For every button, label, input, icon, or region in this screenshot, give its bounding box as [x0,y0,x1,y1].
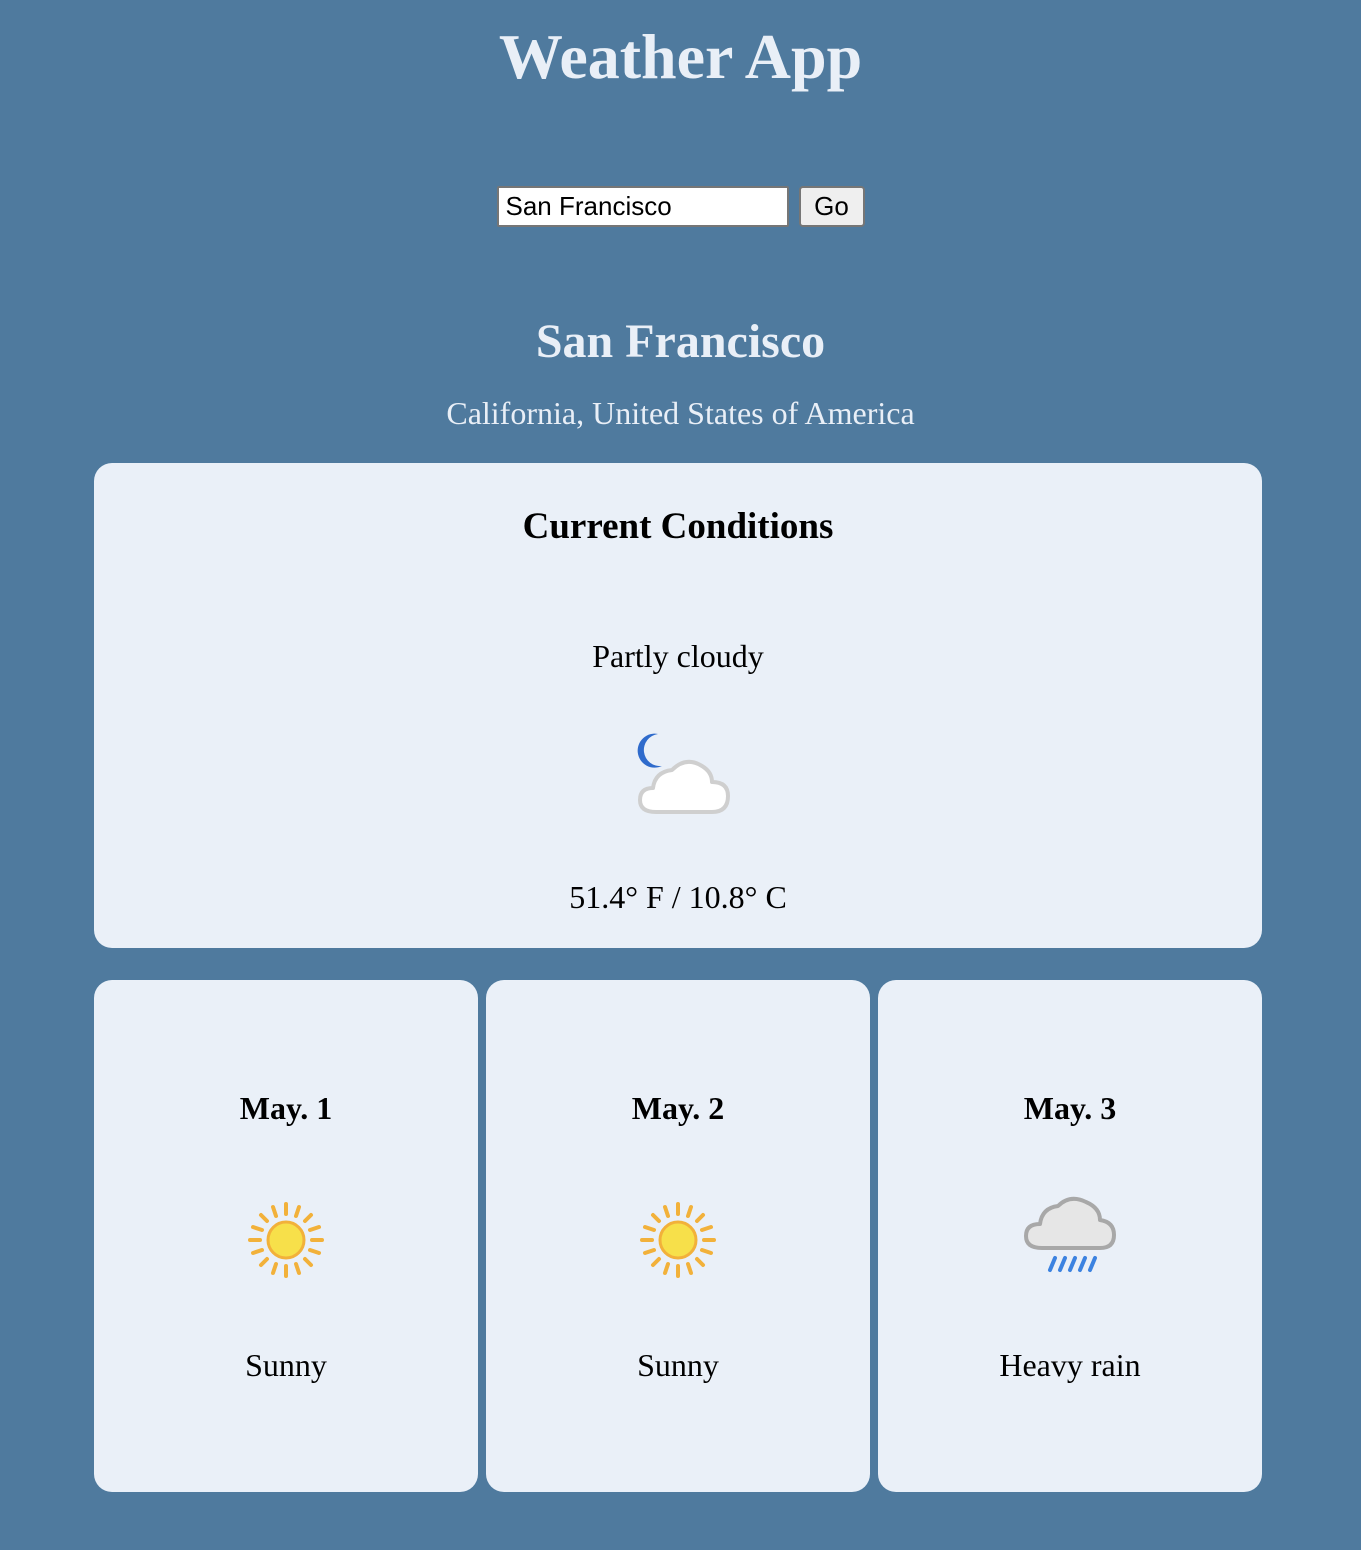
forecast-condition: Sunny [637,1347,719,1383]
city-search-input[interactable] [496,186,789,227]
forecast-date: May. 2 [631,1090,725,1126]
forecast-card: May. 3 Heavy rain [878,980,1262,1492]
sun-icon [236,1190,336,1290]
city-name: San Francisco [535,315,826,368]
forecast-date: May. 3 [1023,1090,1117,1126]
current-temperature: 51.4° F / 10.8° C [569,879,787,915]
rain-cloud-icon [1020,1190,1120,1290]
forecast-date: May. 1 [239,1090,333,1126]
region-name: California, United States of America [446,395,915,431]
moon-cloud-icon [620,722,736,822]
forecast-card: May. 2 Sunny [486,980,870,1492]
current-condition-text: Partly cloudy [592,638,764,674]
current-conditions-heading: Current Conditions [522,506,834,547]
search-bar: Go [0,186,1361,227]
go-button[interactable]: Go [798,186,865,227]
forecast-condition: Heavy rain [999,1347,1141,1383]
sun-icon [628,1190,728,1290]
forecast-condition: Sunny [245,1347,327,1383]
forecast-card: May. 1 Sunny [94,980,478,1492]
app-title: Weather App [498,21,863,92]
